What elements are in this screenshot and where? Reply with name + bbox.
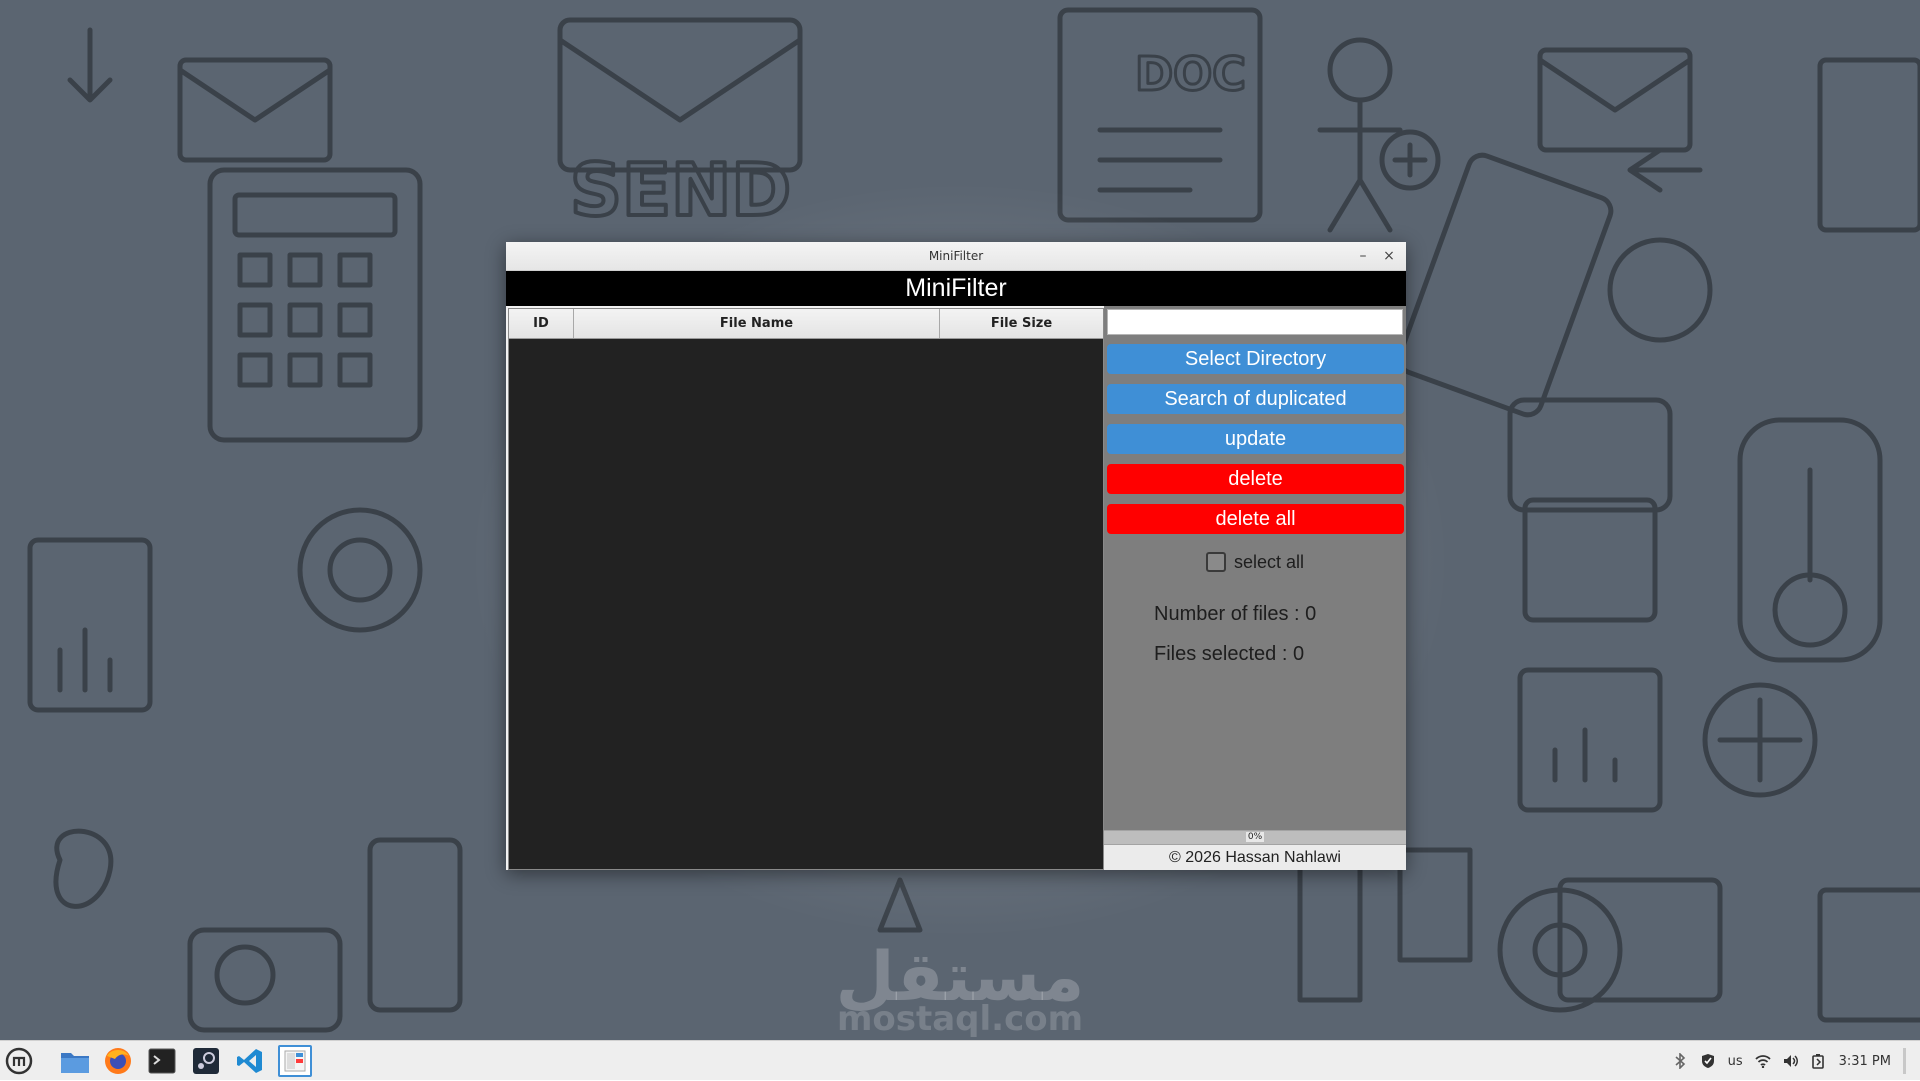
copyright-footer: © 2026 Hassan Nahlawi xyxy=(1104,845,1406,870)
minifilter-window: MiniFilter – × MiniFilter ID File Name F… xyxy=(506,242,1406,870)
minifilter-icon[interactable] xyxy=(278,1045,312,1077)
select-all-checkbox-row[interactable]: select all xyxy=(1104,549,1406,575)
clock[interactable]: 3:31 PM xyxy=(1839,1054,1891,1069)
bluetooth-icon[interactable] xyxy=(1672,1053,1688,1069)
select-all-label: select all xyxy=(1233,551,1305,572)
table-header-row: ID File Name File Size xyxy=(509,309,1103,339)
vscode-icon[interactable] xyxy=(233,1045,267,1077)
window-title: MiniFilter xyxy=(928,249,984,263)
app-header-title: MiniFilter xyxy=(506,271,1406,306)
progress-bar: 0% xyxy=(1104,830,1406,845)
files-selected-label: Files selected : 0 xyxy=(1154,643,1305,665)
keyboard-layout-indicator[interactable]: us xyxy=(1728,1054,1743,1069)
firefox-icon[interactable] xyxy=(101,1045,135,1077)
files-table[interactable]: ID File Name File Size xyxy=(508,308,1104,870)
column-header-file-name[interactable]: File Name xyxy=(574,309,940,338)
column-header-file-size[interactable]: File Size xyxy=(940,309,1103,338)
svg-text:SEND: SEND xyxy=(570,148,791,232)
number-of-files-label: Number of files : 0 xyxy=(1154,603,1317,625)
steam-icon[interactable] xyxy=(189,1045,223,1077)
volume-icon[interactable] xyxy=(1783,1053,1799,1069)
minimize-icon[interactable]: – xyxy=(1354,247,1372,265)
delete-button[interactable]: delete xyxy=(1107,464,1404,494)
select-all-checkbox[interactable] xyxy=(1205,552,1226,572)
column-header-id[interactable]: ID xyxy=(509,309,574,338)
control-panel: Select Directory Search of duplicated up… xyxy=(1104,306,1406,870)
show-desktop-divider[interactable] xyxy=(1903,1048,1906,1074)
delete-all-button[interactable]: delete all xyxy=(1107,504,1404,534)
terminal-icon[interactable] xyxy=(145,1045,179,1077)
search-duplicated-button[interactable]: Search of duplicated xyxy=(1107,384,1404,414)
search-input[interactable] xyxy=(1107,309,1403,335)
close-icon[interactable]: × xyxy=(1380,247,1398,265)
svg-text:DOC: DOC xyxy=(1135,47,1246,101)
taskbar: us 3:31 PM xyxy=(0,1040,1920,1080)
progress-percent: 0% xyxy=(1245,832,1265,842)
shield-icon[interactable] xyxy=(1700,1053,1716,1069)
wifi-icon[interactable] xyxy=(1754,1053,1771,1069)
files-icon[interactable] xyxy=(58,1045,92,1077)
window-titlebar[interactable]: MiniFilter – × xyxy=(506,242,1406,271)
select-directory-button[interactable]: Select Directory xyxy=(1107,344,1404,374)
battery-icon[interactable] xyxy=(1811,1053,1827,1069)
update-button[interactable]: update xyxy=(1107,424,1404,454)
menu-icon[interactable] xyxy=(2,1045,36,1077)
system-tray: us 3:31 PM xyxy=(1672,1041,1906,1081)
